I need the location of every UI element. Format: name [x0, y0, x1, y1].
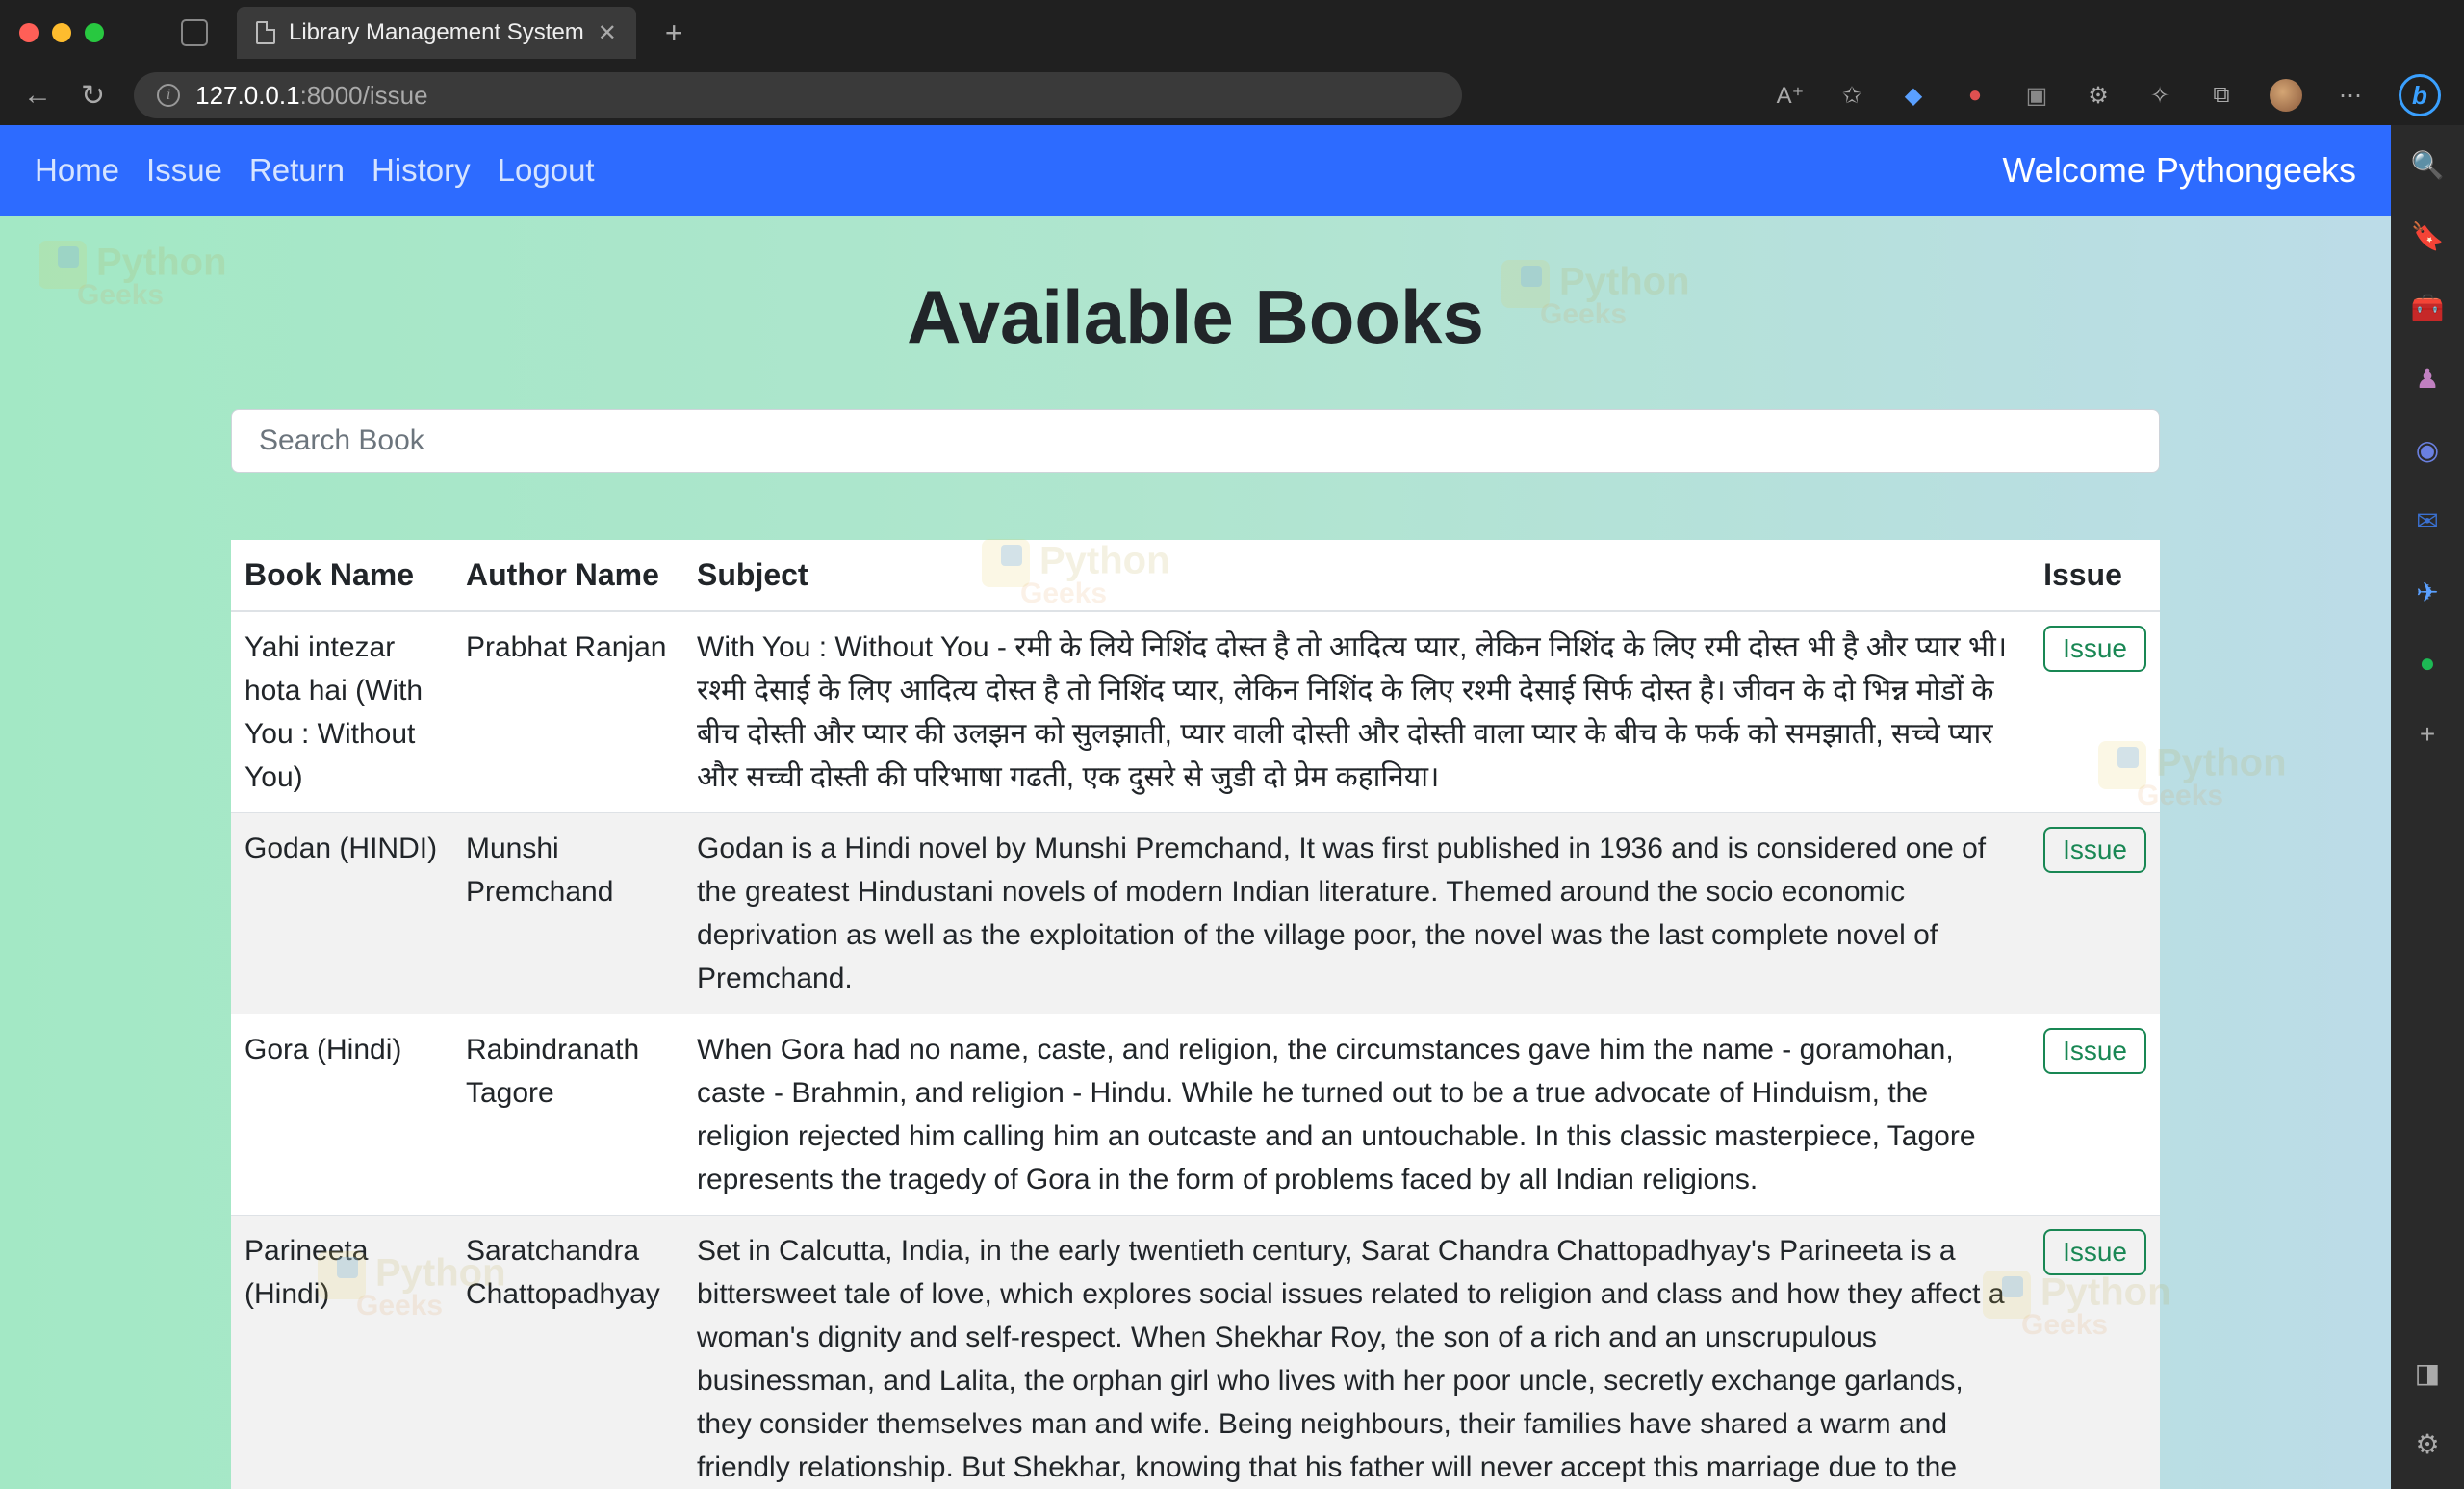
- nav-link-issue[interactable]: Issue: [146, 152, 222, 189]
- url-path: :8000/issue: [300, 81, 428, 110]
- extensions-menu-icon[interactable]: ⚙: [2085, 82, 2112, 109]
- col-header-issue: Issue: [2030, 540, 2160, 611]
- title-bar: Library Management System ✕ +: [0, 0, 2464, 65]
- adblock-icon[interactable]: ●: [1962, 82, 1989, 109]
- site-info-icon[interactable]: i: [157, 84, 180, 107]
- issue-cell: Issue: [2030, 611, 2160, 813]
- toolbox-icon[interactable]: 🧰: [2411, 291, 2444, 323]
- author-cell: Prabhat Ranjan: [452, 611, 683, 813]
- issue-button[interactable]: Issue: [2043, 827, 2146, 873]
- subject-cell: Set in Calcutta, India, in the early twe…: [683, 1216, 2030, 1489]
- office-icon[interactable]: ◉: [2411, 433, 2444, 466]
- games-icon[interactable]: ♟: [2411, 362, 2444, 395]
- issue-button[interactable]: Issue: [2043, 1229, 2146, 1275]
- url-host: 127.0.0.1: [195, 81, 299, 110]
- more-menu-icon[interactable]: ⋯: [2337, 82, 2364, 109]
- book-name-cell: Gora (Hindi): [231, 1014, 452, 1216]
- favorite-icon[interactable]: ✩: [1838, 82, 1865, 109]
- browser-side-rail: 🔍 🔖 🧰 ♟ ◉ ✉ ✈ ● + ◨ ⚙: [2391, 125, 2464, 1489]
- send-icon[interactable]: ✈: [2411, 576, 2444, 608]
- subject-cell: With You : Without You - रमी के लिये निश…: [683, 611, 2030, 813]
- issue-cell: Issue: [2030, 813, 2160, 1014]
- nav-link-return[interactable]: Return: [249, 152, 345, 189]
- table-header-row: Book Name Author Name Subject Issue: [231, 540, 2160, 611]
- new-tab-button[interactable]: +: [665, 15, 683, 51]
- col-header-subject: Subject: [683, 540, 2030, 611]
- settings-rail-icon[interactable]: ⚙: [2411, 1427, 2444, 1460]
- table-row: Yahi intezar hota hai (With You : Withou…: [231, 611, 2160, 813]
- tab-overview-icon[interactable]: [181, 19, 208, 46]
- shopping-tag-icon[interactable]: 🔖: [2411, 219, 2444, 252]
- favorites-bar-icon[interactable]: ✧: [2146, 82, 2173, 109]
- col-header-author: Author Name: [452, 540, 683, 611]
- window-minimize-button[interactable]: [52, 23, 71, 42]
- author-cell: Rabindranath Tagore: [452, 1014, 683, 1216]
- page-icon: [256, 21, 275, 44]
- window-controls: [19, 23, 104, 42]
- browser-chrome: Library Management System ✕ + ← ↻ i 127.…: [0, 0, 2464, 125]
- refresh-button[interactable]: ↻: [81, 79, 105, 113]
- shield-icon[interactable]: ◆: [1900, 82, 1927, 109]
- back-button[interactable]: ←: [23, 79, 52, 112]
- issue-cell: Issue: [2030, 1014, 2160, 1216]
- app-navbar: Home Issue Return History Logout Welcome Pyt…: [0, 125, 2391, 216]
- tab-close-icon[interactable]: ✕: [598, 19, 617, 47]
- read-aloud-icon[interactable]: A⁺: [1777, 82, 1804, 109]
- subject-cell: Godan is a Hindi novel by Munshi Premcha…: [683, 813, 2030, 1014]
- books-table: Book Name Author Name Subject Issue Yahi…: [231, 540, 2160, 1489]
- table-row: Gora (Hindi)Rabindranath TagoreWhen Gora…: [231, 1014, 2160, 1216]
- nav-links: Home Issue Return History Logout: [35, 152, 595, 189]
- content-wrap: Book Name Author Name Subject Issue Yahi…: [0, 409, 2391, 1489]
- browser-tab[interactable]: Library Management System ✕: [237, 7, 636, 59]
- browser-tab-title: Library Management System: [289, 19, 584, 46]
- spotify-icon[interactable]: ●: [2411, 647, 2444, 680]
- table-row: Parineeta (Hindi)Saratchandra Chattopadh…: [231, 1216, 2160, 1489]
- address-row: ← ↻ i 127.0.0.1:8000/issue A⁺ ✩ ◆ ● ▣ ⚙ …: [0, 65, 2464, 125]
- book-name-cell: Godan (HINDI): [231, 813, 452, 1014]
- page-viewport: PythonGeeks PythonGeeks PythonGeeks Pyth…: [0, 125, 2391, 1489]
- add-rail-icon[interactable]: +: [2411, 718, 2444, 751]
- book-name-cell: Yahi intezar hota hai (With You : Withou…: [231, 611, 452, 813]
- toolbar-icons: A⁺ ✩ ◆ ● ▣ ⚙ ✧ ⧉ ⋯ b: [1777, 74, 2441, 116]
- subject-cell: When Gora had no name, caste, and religi…: [683, 1014, 2030, 1216]
- welcome-text: Welcome Pythongeeks: [2002, 150, 2356, 191]
- profile-avatar[interactable]: [2270, 79, 2302, 112]
- issue-cell: Issue: [2030, 1216, 2160, 1489]
- nav-link-history[interactable]: History: [372, 152, 471, 189]
- window-maximize-button[interactable]: [85, 23, 104, 42]
- nav-link-logout[interactable]: Logout: [498, 152, 595, 189]
- outlook-icon[interactable]: ✉: [2411, 504, 2444, 537]
- issue-button[interactable]: Issue: [2043, 626, 2146, 672]
- url-text: 127.0.0.1:8000/issue: [195, 81, 427, 111]
- author-cell: Saratchandra Chattopadhyay: [452, 1216, 683, 1489]
- search-input[interactable]: [231, 409, 2160, 473]
- collections-icon[interactable]: ⧉: [2208, 82, 2235, 109]
- col-header-book-name: Book Name: [231, 540, 452, 611]
- address-bar[interactable]: i 127.0.0.1:8000/issue: [134, 72, 1462, 118]
- page-title: Available Books: [0, 273, 2391, 361]
- bing-chat-icon[interactable]: b: [2399, 74, 2441, 116]
- sidebar-toggle-icon[interactable]: ◨: [2411, 1356, 2444, 1389]
- author-cell: Munshi Premchand: [452, 813, 683, 1014]
- book-name-cell: Parineeta (Hindi): [231, 1216, 452, 1489]
- table-row: Godan (HINDI)Munshi PremchandGodan is a …: [231, 813, 2160, 1014]
- issue-button[interactable]: Issue: [2043, 1028, 2146, 1074]
- extension-icon[interactable]: ▣: [2023, 82, 2050, 109]
- window-close-button[interactable]: [19, 23, 38, 42]
- nav-link-home[interactable]: Home: [35, 152, 119, 189]
- search-rail-icon[interactable]: 🔍: [2411, 148, 2444, 181]
